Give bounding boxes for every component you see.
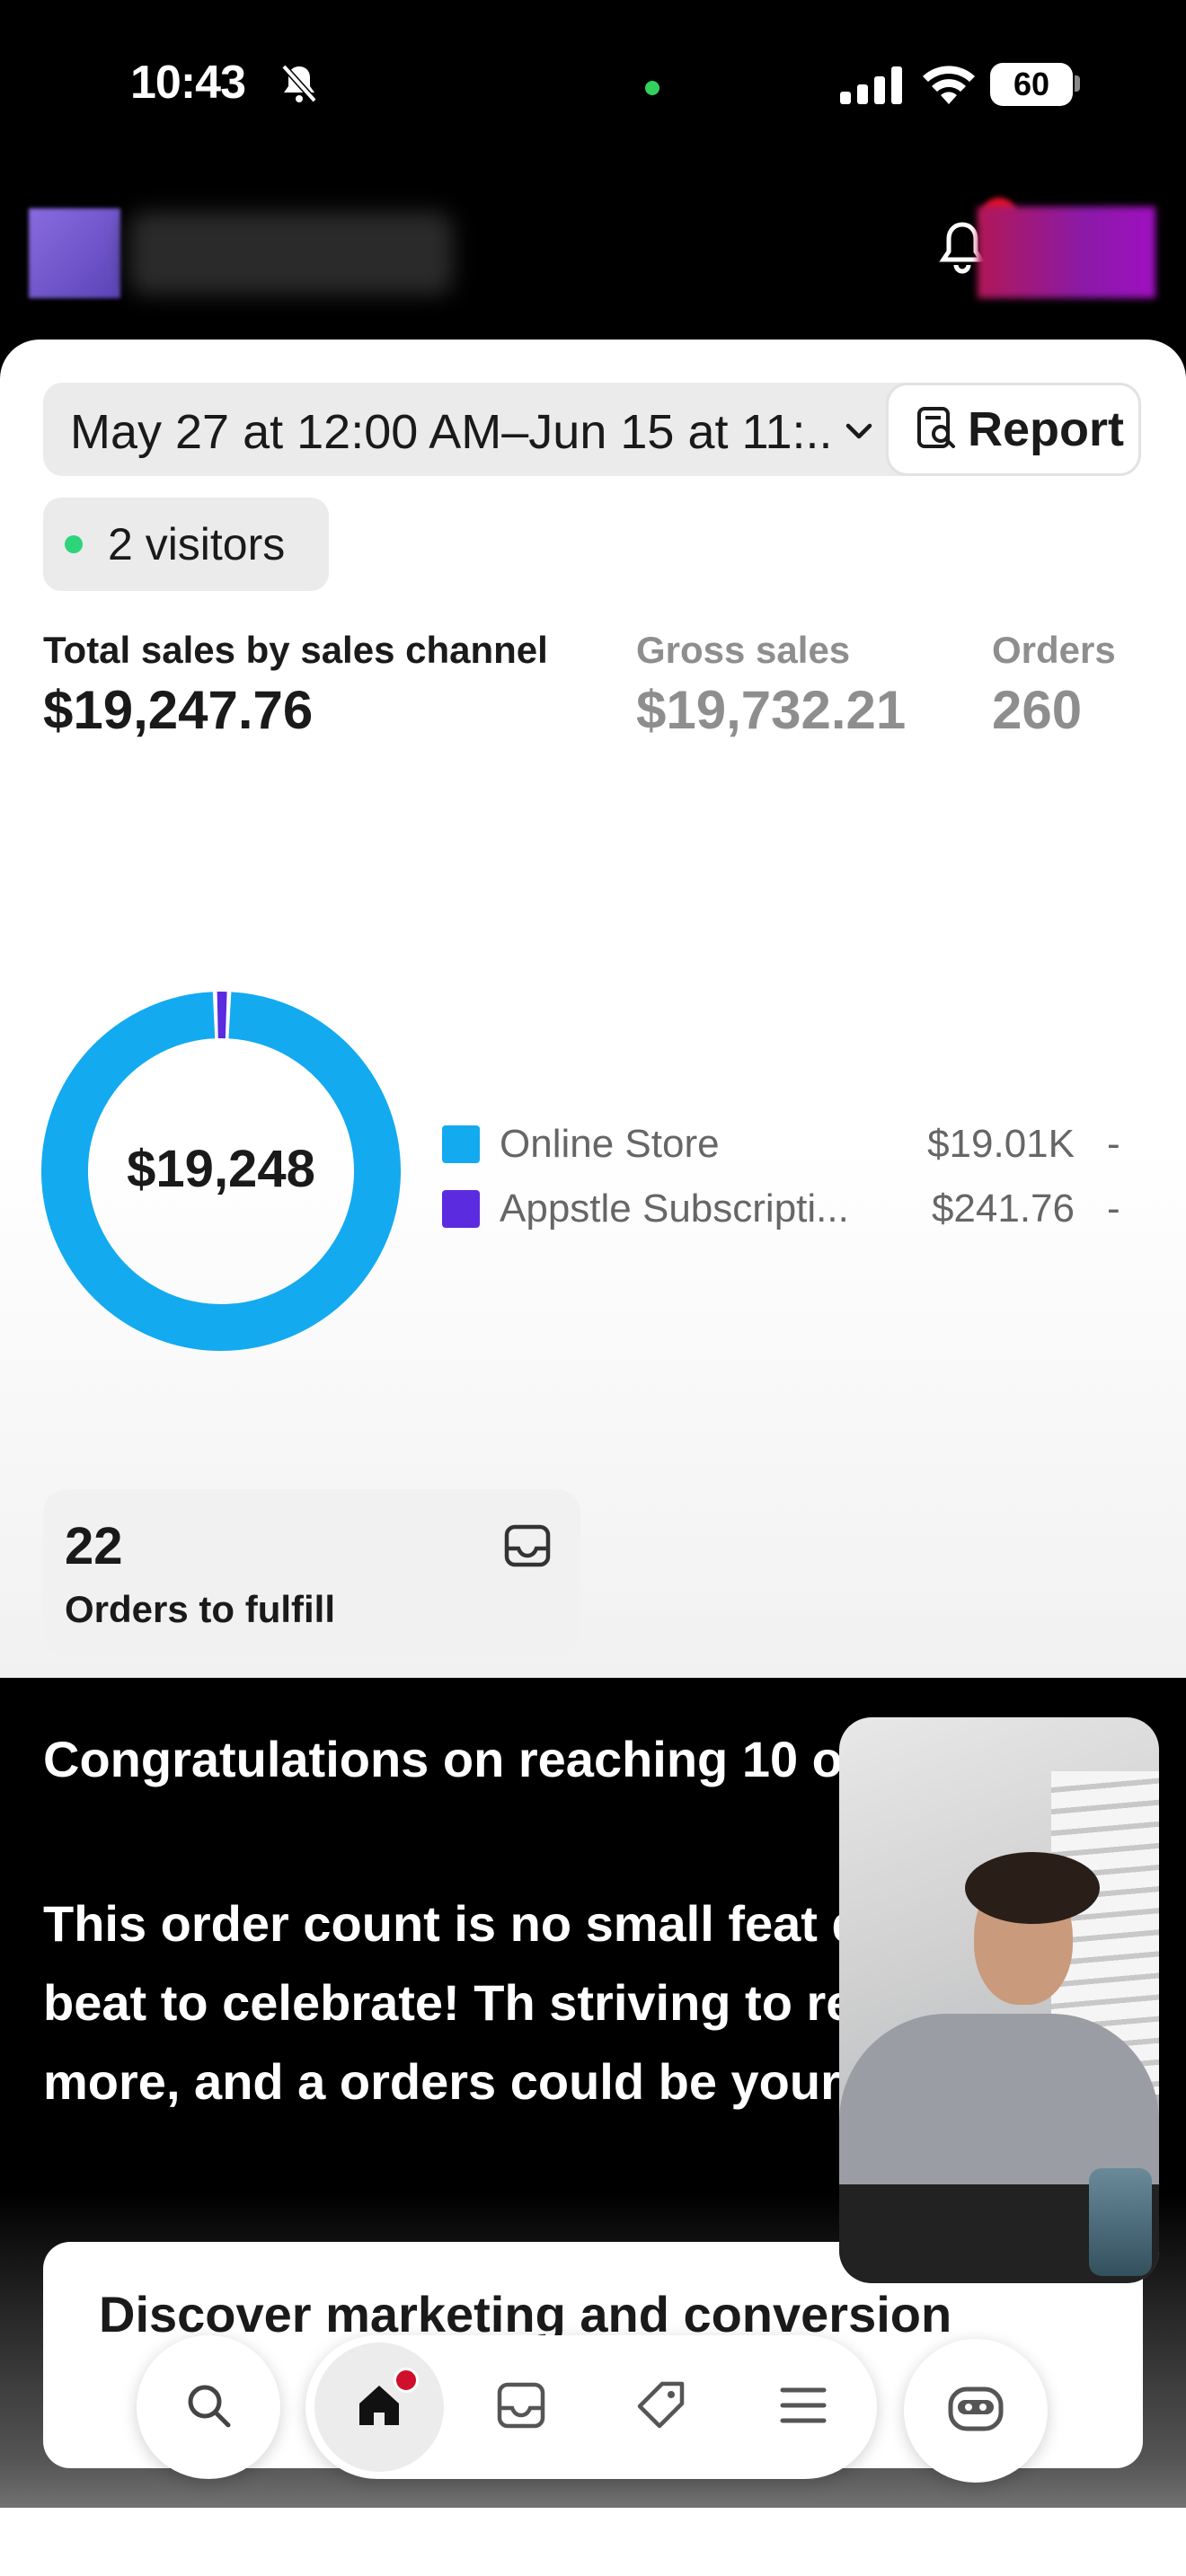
report-label: Report xyxy=(968,402,1124,456)
nav-menu[interactable] xyxy=(749,2335,857,2479)
battery-tip xyxy=(1075,75,1080,92)
menu-icon xyxy=(779,2385,828,2430)
date-range-label: May 27 at 12:00 AM–Jun 15 at 11:... xyxy=(70,405,834,459)
legend-item-online-store[interactable]: Online Store $19.01K - xyxy=(442,1117,1125,1171)
metric-value-orders: 260 xyxy=(992,680,1083,740)
metric-label-orders[interactable]: Orders xyxy=(992,629,1116,672)
signal-icon xyxy=(840,66,905,109)
metric-label-total-sales[interactable]: Total sales by sales channel xyxy=(43,629,548,672)
legend-item-appstle[interactable]: Appstle Subscripti... $241.76 - xyxy=(442,1182,1125,1236)
video-person-hair xyxy=(965,1852,1100,1924)
donut-center-label: $19,248 xyxy=(127,1140,315,1198)
report-button[interactable]: Report xyxy=(886,383,1141,476)
nav-products[interactable] xyxy=(607,2335,715,2479)
legend-swatch xyxy=(442,1125,480,1163)
store-avatar[interactable] xyxy=(29,208,120,298)
live-visitors-pill[interactable]: 2 visitors xyxy=(43,498,329,591)
inbox-icon xyxy=(503,1523,552,1573)
wifi-icon xyxy=(921,61,977,110)
nav-orders[interactable] xyxy=(467,2335,575,2479)
legend-label: Online Store xyxy=(500,1122,720,1166)
bell-muted-icon xyxy=(280,63,318,109)
assistant-icon xyxy=(947,2384,1005,2439)
metric-value-total-sales: $19,247.76 xyxy=(43,680,314,740)
search-icon xyxy=(183,2380,234,2435)
fulfill-count: 22 xyxy=(65,1517,123,1575)
metric-value-gross-sales: $19,732.21 xyxy=(636,680,907,740)
orders-to-fulfill-card[interactable] xyxy=(43,1489,580,1656)
legend-change: - xyxy=(1107,1187,1120,1231)
legend-value: $241.76 xyxy=(931,1187,1075,1231)
nav-home[interactable] xyxy=(325,2335,433,2479)
picture-in-picture-video[interactable] xyxy=(839,1717,1159,2283)
visitors-label: 2 visitors xyxy=(108,519,286,569)
report-icon xyxy=(916,405,957,454)
status-time: 10:43 xyxy=(130,57,246,109)
inbox-icon xyxy=(496,2381,546,2434)
search-button[interactable] xyxy=(137,2335,280,2479)
home-notification-dot xyxy=(394,2368,419,2393)
legend-change: - xyxy=(1107,1122,1120,1166)
self-view-thumbnail[interactable] xyxy=(1089,2168,1152,2276)
live-dot xyxy=(65,535,83,553)
bottom-strip xyxy=(0,2508,1186,2576)
legend-label: Appstle Subscripti... xyxy=(500,1187,849,1231)
store-name-redacted[interactable] xyxy=(129,212,453,295)
metric-label-gross-sales[interactable]: Gross sales xyxy=(636,629,850,672)
chevron-down-icon xyxy=(841,413,877,454)
battery-level: 60 xyxy=(990,63,1073,106)
tag-icon xyxy=(635,2379,687,2436)
user-avatar[interactable] xyxy=(978,207,1155,298)
camera-indicator xyxy=(645,81,659,95)
assistant-button[interactable] xyxy=(904,2339,1048,2483)
fulfill-label: Orders to fulfill xyxy=(65,1588,336,1630)
legend-swatch xyxy=(442,1190,480,1228)
legend-value: $19.01K xyxy=(927,1122,1075,1166)
